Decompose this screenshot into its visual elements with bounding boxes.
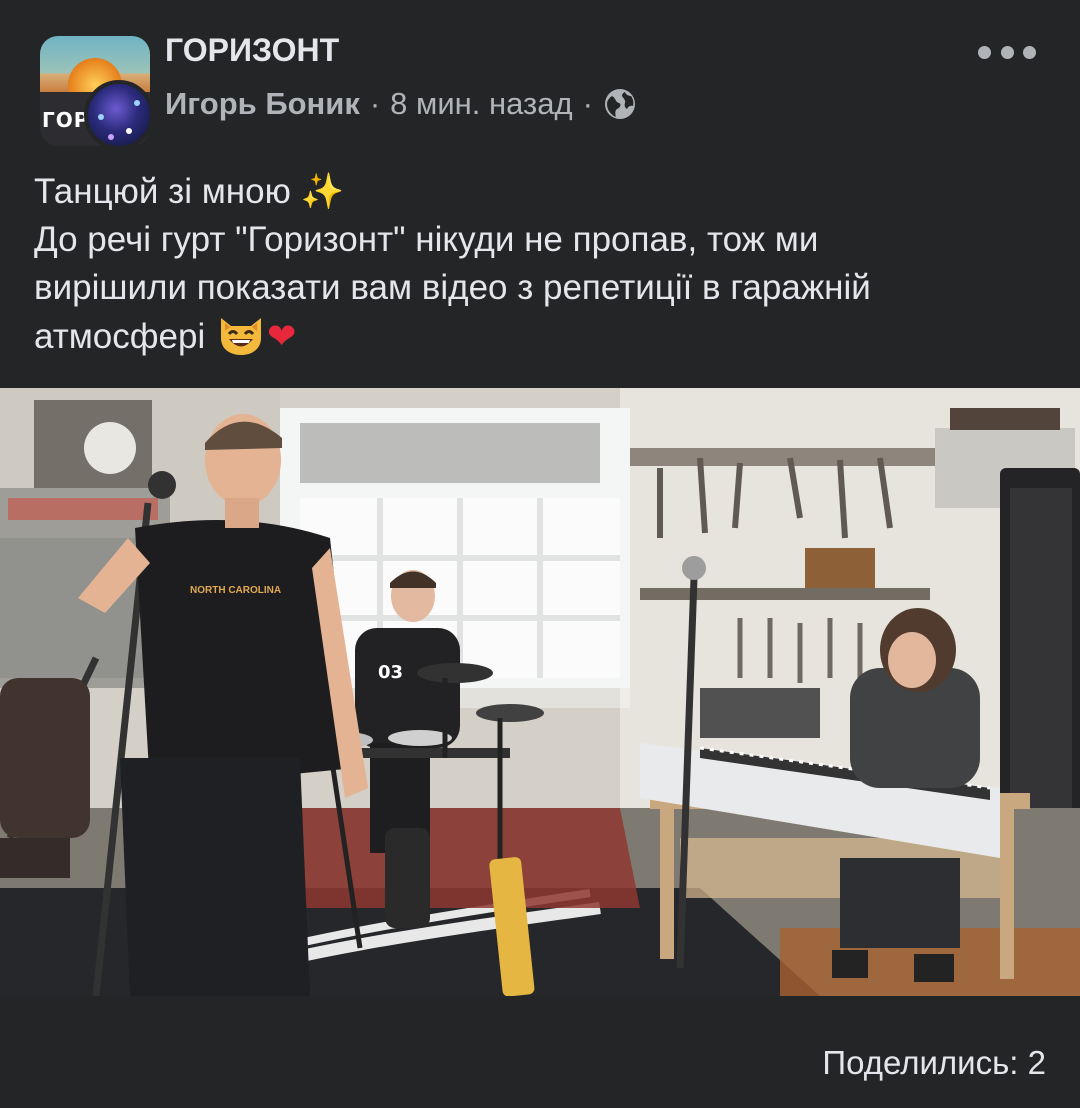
group-name[interactable]: ГОРИЗОНТ [165,32,339,69]
post-meta: Игорь Боник · 8 мин. назад · [165,84,637,124]
grinning-cat-emoji [215,312,267,356]
author-name[interactable]: Игорь Боник [165,86,360,122]
more-options-icon[interactable] [978,38,1036,66]
video-frame: 03 NORTH CAROLINA [0,388,1080,996]
post-text-line: До речі гурт "Горизонт" нікуди не пропав… [34,220,819,259]
heart-emoji: ❤ [267,317,297,357]
shares-count[interactable]: Поделились: 2 [822,1044,1046,1082]
post-header: ГОР ГОРИЗОНТ Игорь Боник · 8 мин. назад … [0,0,1080,160]
meta-separator: · [369,86,381,121]
post-text-line: Танцюй зі мною ✨ [34,172,345,212]
author-avatar[interactable] [84,80,154,150]
post-text-line: вирішили показати вам відео з репетиції … [34,268,871,307]
meta-separator: · [582,86,593,121]
video-player[interactable]: 03 NORTH CAROLINA [0,388,1080,996]
post-text-line: атмосфері ❤ [34,312,1054,361]
globe-icon [603,87,637,121]
post-footer: Поделились: 2 [0,996,1080,1108]
sparkles-emoji: ✨ [300,172,345,212]
post-text: Танцюй зі мною ✨ До речі гурт "Горизонт"… [34,168,1054,361]
facebook-post: ГОР ГОРИЗОНТ Игорь Боник · 8 мин. назад … [0,0,1080,1108]
group-avatar-text: ГОР [42,108,90,132]
post-time[interactable]: 8 мин. назад [390,86,572,122]
